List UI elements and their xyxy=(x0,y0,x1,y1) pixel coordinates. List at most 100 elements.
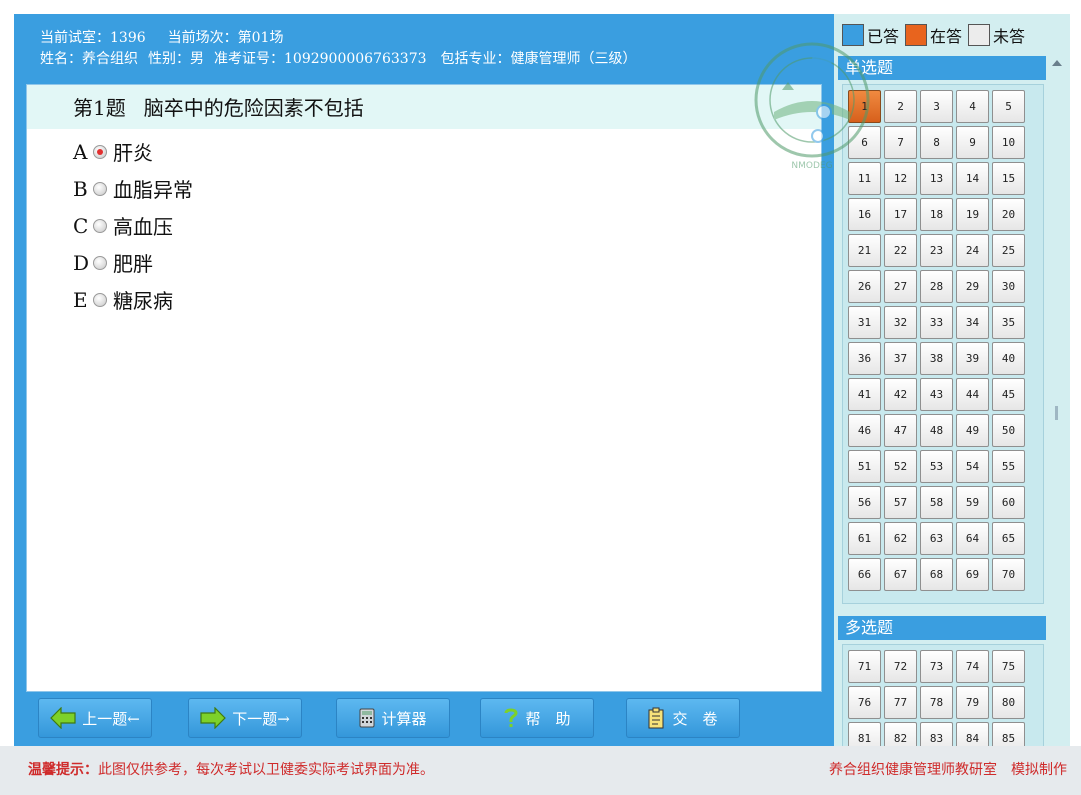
single-choice-question-button[interactable]: 25 xyxy=(992,234,1025,267)
single-choice-question-button[interactable]: 70 xyxy=(992,558,1025,591)
option-b[interactable]: B 血脂异常 xyxy=(27,170,821,207)
single-choice-question-button[interactable]: 35 xyxy=(992,306,1025,339)
multi-choice-question-button[interactable]: 79 xyxy=(956,686,989,719)
single-choice-question-button[interactable]: 37 xyxy=(884,342,917,375)
single-choice-question-button[interactable]: 23 xyxy=(920,234,953,267)
single-choice-question-button[interactable]: 34 xyxy=(956,306,989,339)
single-choice-question-button[interactable]: 31 xyxy=(848,306,881,339)
single-choice-question-button[interactable]: 1 xyxy=(848,90,881,123)
single-choice-question-button[interactable]: 22 xyxy=(884,234,917,267)
single-choice-question-button[interactable]: 14 xyxy=(956,162,989,195)
single-choice-question-button[interactable]: 63 xyxy=(920,522,953,555)
single-choice-question-button[interactable]: 17 xyxy=(884,198,917,231)
single-choice-question-button[interactable]: 66 xyxy=(848,558,881,591)
calculator-button[interactable]: 计算器 xyxy=(336,698,450,738)
single-choice-question-button[interactable]: 58 xyxy=(920,486,953,519)
single-choice-question-button[interactable]: 20 xyxy=(992,198,1025,231)
option-c[interactable]: C 高血压 xyxy=(27,207,821,244)
single-choice-question-button[interactable]: 33 xyxy=(920,306,953,339)
single-choice-question-button[interactable]: 12 xyxy=(884,162,917,195)
multi-choice-question-button[interactable]: 73 xyxy=(920,650,953,683)
multi-choice-question-button[interactable]: 85 xyxy=(992,722,1025,746)
single-choice-question-button[interactable]: 8 xyxy=(920,126,953,159)
single-choice-question-button[interactable]: 60 xyxy=(992,486,1025,519)
multi-choice-question-button[interactable]: 83 xyxy=(920,722,953,746)
single-choice-question-button[interactable]: 57 xyxy=(884,486,917,519)
single-choice-question-button[interactable]: 56 xyxy=(848,486,881,519)
option-e[interactable]: E 糖尿病 xyxy=(27,281,821,318)
single-choice-question-button[interactable]: 26 xyxy=(848,270,881,303)
single-choice-question-button[interactable]: 36 xyxy=(848,342,881,375)
single-choice-question-button[interactable]: 18 xyxy=(920,198,953,231)
single-choice-question-button[interactable]: 13 xyxy=(920,162,953,195)
single-choice-question-button[interactable]: 16 xyxy=(848,198,881,231)
single-choice-question-button[interactable]: 48 xyxy=(920,414,953,447)
option-radio[interactable] xyxy=(93,292,107,307)
multi-choice-question-button[interactable]: 80 xyxy=(992,686,1025,719)
single-choice-question-button[interactable]: 55 xyxy=(992,450,1025,483)
submit-button[interactable]: 交 卷 xyxy=(626,698,740,738)
single-choice-question-button[interactable]: 28 xyxy=(920,270,953,303)
single-choice-question-button[interactable]: 32 xyxy=(884,306,917,339)
single-choice-question-button[interactable]: 38 xyxy=(920,342,953,375)
multi-choice-question-button[interactable]: 81 xyxy=(848,722,881,746)
single-choice-question-button[interactable]: 41 xyxy=(848,378,881,411)
single-choice-question-button[interactable]: 53 xyxy=(920,450,953,483)
single-choice-question-button[interactable]: 4 xyxy=(956,90,989,123)
multi-choice-question-button[interactable]: 74 xyxy=(956,650,989,683)
single-choice-question-button[interactable]: 7 xyxy=(884,126,917,159)
single-choice-question-button[interactable]: 11 xyxy=(848,162,881,195)
option-radio[interactable] xyxy=(93,181,107,196)
single-choice-question-button[interactable]: 42 xyxy=(884,378,917,411)
prev-button[interactable]: 上一题← xyxy=(38,698,152,738)
single-choice-question-button[interactable]: 6 xyxy=(848,126,881,159)
single-choice-question-button[interactable]: 24 xyxy=(956,234,989,267)
single-choice-question-button[interactable]: 9 xyxy=(956,126,989,159)
single-choice-question-button[interactable]: 46 xyxy=(848,414,881,447)
next-button[interactable]: 下一题→ xyxy=(188,698,302,738)
single-choice-question-button[interactable]: 49 xyxy=(956,414,989,447)
single-choice-question-button[interactable]: 43 xyxy=(920,378,953,411)
single-choice-question-button[interactable]: 59 xyxy=(956,486,989,519)
multi-choice-question-button[interactable]: 78 xyxy=(920,686,953,719)
multi-choice-question-button[interactable]: 76 xyxy=(848,686,881,719)
multi-choice-question-button[interactable]: 84 xyxy=(956,722,989,746)
single-choice-question-button[interactable]: 10 xyxy=(992,126,1025,159)
single-choice-question-button[interactable]: 39 xyxy=(956,342,989,375)
option-radio[interactable] xyxy=(93,255,107,270)
single-choice-question-button[interactable]: 64 xyxy=(956,522,989,555)
multi-choice-question-button[interactable]: 77 xyxy=(884,686,917,719)
single-choice-question-button[interactable]: 68 xyxy=(920,558,953,591)
option-d[interactable]: D 肥胖 xyxy=(27,244,821,281)
single-choice-question-button[interactable]: 65 xyxy=(992,522,1025,555)
single-choice-question-button[interactable]: 15 xyxy=(992,162,1025,195)
multi-choice-question-button[interactable]: 72 xyxy=(884,650,917,683)
single-choice-question-button[interactable]: 62 xyxy=(884,522,917,555)
option-radio[interactable] xyxy=(93,144,107,159)
single-choice-question-button[interactable]: 3 xyxy=(920,90,953,123)
single-choice-question-button[interactable]: 5 xyxy=(992,90,1025,123)
single-choice-question-button[interactable]: 50 xyxy=(992,414,1025,447)
single-choice-question-button[interactable]: 67 xyxy=(884,558,917,591)
single-choice-question-button[interactable]: 29 xyxy=(956,270,989,303)
multi-choice-question-button[interactable]: 71 xyxy=(848,650,881,683)
single-choice-question-button[interactable]: 54 xyxy=(956,450,989,483)
single-choice-question-button[interactable]: 45 xyxy=(992,378,1025,411)
single-choice-question-button[interactable]: 27 xyxy=(884,270,917,303)
help-button[interactable]: 帮 助 xyxy=(480,698,594,738)
navigator-scrollbar[interactable] xyxy=(1049,56,1065,616)
single-choice-question-button[interactable]: 61 xyxy=(848,522,881,555)
single-choice-question-button[interactable]: 30 xyxy=(992,270,1025,303)
single-choice-question-button[interactable]: 51 xyxy=(848,450,881,483)
single-choice-question-button[interactable]: 2 xyxy=(884,90,917,123)
single-choice-question-button[interactable]: 44 xyxy=(956,378,989,411)
single-choice-question-button[interactable]: 69 xyxy=(956,558,989,591)
scroll-up-icon[interactable] xyxy=(1052,60,1062,66)
single-choice-question-button[interactable]: 19 xyxy=(956,198,989,231)
single-choice-question-button[interactable]: 47 xyxy=(884,414,917,447)
single-choice-question-button[interactable]: 52 xyxy=(884,450,917,483)
multi-choice-question-button[interactable]: 82 xyxy=(884,722,917,746)
single-choice-question-button[interactable]: 21 xyxy=(848,234,881,267)
multi-choice-question-button[interactable]: 75 xyxy=(992,650,1025,683)
option-radio[interactable] xyxy=(93,218,107,233)
